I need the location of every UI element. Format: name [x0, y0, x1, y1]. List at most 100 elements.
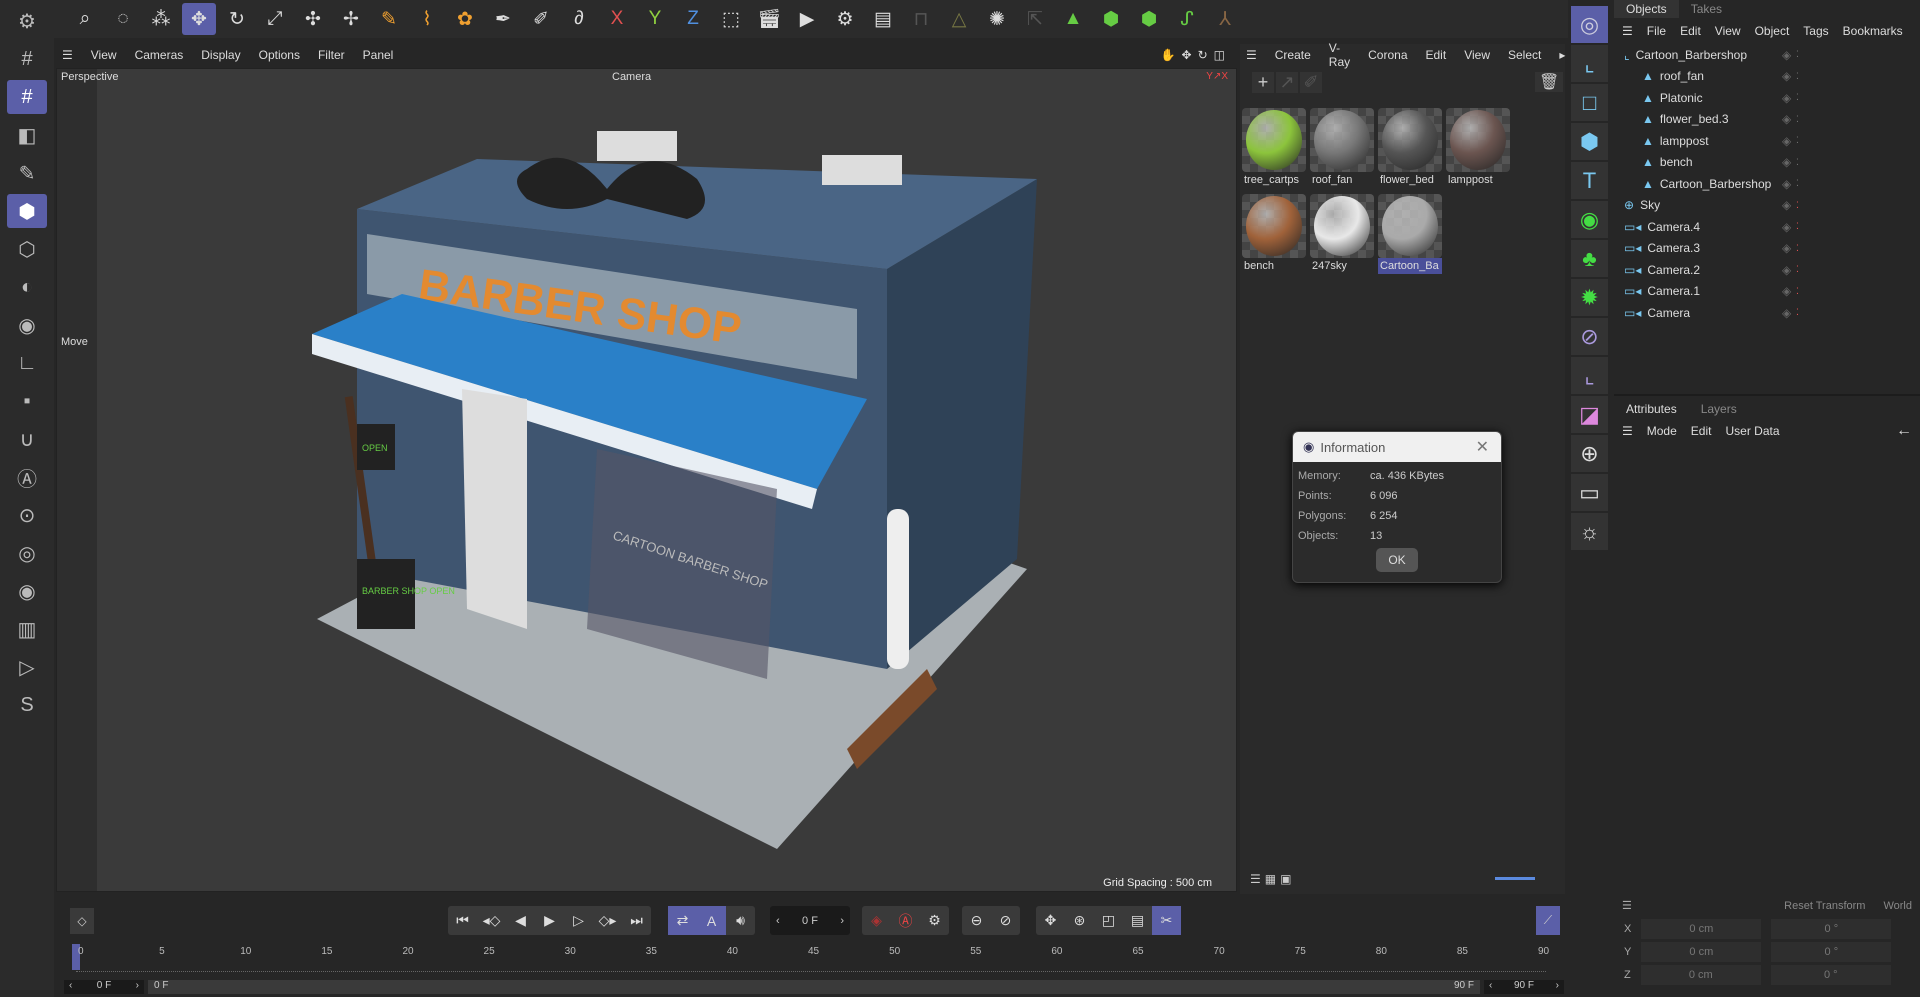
view-mode-icons[interactable]: ☰▦▣	[1250, 872, 1295, 886]
object-row[interactable]: ▭◂ Camera.1 ◈ ⁚	[1614, 281, 1920, 303]
eyedropper-icon[interactable]: ✐	[1300, 72, 1322, 93]
visibility-dots-icon[interactable]: ⁚	[1796, 92, 1799, 103]
ok-button[interactable]: OK	[1376, 548, 1418, 572]
start-frame-field[interactable]: ‹ 0 F ›	[64, 980, 144, 994]
settings-icon[interactable]: ⚙	[7, 4, 47, 38]
keyframe-settings-icon[interactable]: ⚙	[920, 906, 949, 935]
object-row[interactable]: ▭◂ Camera.4 ◈ ⁚	[1614, 216, 1920, 238]
brush-tool-icon[interactable]: ✐	[524, 3, 558, 35]
sound-icon[interactable]: 🔊︎	[726, 906, 755, 935]
visibility-dots-icon[interactable]: ⁚	[1796, 200, 1799, 211]
multi-transform-icon[interactable]: ✢	[334, 3, 368, 35]
material-swatch[interactable]: roof_fan	[1310, 108, 1374, 188]
object-row[interactable]: ⊕ Sky ◈ ⁚	[1614, 195, 1920, 217]
model-mode-icon[interactable]: ◧	[7, 118, 47, 152]
visibility-dots-icon[interactable]: ⁚	[1796, 264, 1799, 275]
visibility-dots-icon[interactable]: ⁚	[1796, 178, 1799, 189]
text-icon[interactable]: T	[1571, 162, 1608, 199]
go-end-icon[interactable]: ⏭	[622, 906, 651, 935]
hamburger-icon[interactable]: ☰	[1622, 899, 1632, 912]
box-plugin-icon[interactable]: ⬢	[1132, 3, 1166, 35]
menu-vray[interactable]: V-Ray	[1329, 41, 1350, 69]
edge-mode-icon[interactable]: ⬡	[7, 232, 47, 266]
sparkle-icon[interactable]: ✺	[980, 3, 1014, 35]
render-view-icon[interactable]: ▷	[7, 650, 47, 684]
snap-icon[interactable]: ⊙	[7, 498, 47, 532]
material-swatch[interactable]: tree_cartps	[1242, 108, 1306, 188]
script-icon[interactable]: S	[7, 688, 47, 722]
camera-icon[interactable]: ▭	[1571, 474, 1608, 511]
prev-frame-icon[interactable]: ◀	[506, 906, 535, 935]
layer-icon[interactable]: ◈	[1782, 48, 1791, 62]
object-row[interactable]: ▲ roof_fan ◈ ⁚	[1614, 66, 1920, 88]
crop-icon[interactable]: #	[7, 42, 47, 76]
move-key-icon[interactable]: ✥	[1036, 906, 1065, 935]
spline-icon[interactable]: ⌇	[410, 3, 444, 35]
more-arrow-icon[interactable]: ▸	[1559, 48, 1565, 62]
visibility-dots-icon[interactable]: ⁚	[1796, 157, 1799, 168]
go-start-icon[interactable]: ⏮	[448, 906, 477, 935]
scale-key-icon[interactable]: ◰	[1094, 906, 1123, 935]
object-row[interactable]: ▲ lamppost ◈ ⁚	[1614, 130, 1920, 152]
axis-icon[interactable]: ∟	[7, 346, 47, 380]
hamburger-icon[interactable]: ☰	[1622, 424, 1633, 438]
object-row[interactable]: ▭◂ Camera.2 ◈ ⁚	[1614, 259, 1920, 281]
position-field[interactable]: 0 cm	[1641, 918, 1762, 939]
render-icon[interactable]: 🎬︎	[752, 3, 786, 35]
corona-icon[interactable]: ᔑ	[1170, 3, 1204, 35]
visibility-dots-icon[interactable]: ⁚	[1796, 114, 1799, 125]
menu-edit[interactable]: Edit	[1426, 48, 1447, 62]
scale-icon[interactable]: ⤢	[258, 3, 292, 35]
menu-edit[interactable]: Edit	[1691, 424, 1712, 438]
link-icon[interactable]: ↗	[1276, 72, 1298, 93]
param-key-icon[interactable]: ▤	[1123, 906, 1152, 935]
viewport[interactable]: Perspective Camera Move Grid Spacing : 5…	[56, 68, 1237, 892]
hierarchy-icon[interactable]: ⅄	[1208, 3, 1242, 35]
size-slider[interactable]	[1495, 877, 1535, 880]
rotation-field[interactable]: 0 °	[1771, 918, 1892, 939]
position-field[interactable]: 0 cm	[1640, 964, 1761, 985]
close-icon[interactable]: ✕	[1476, 437, 1489, 457]
tab-takes[interactable]: Takes	[1679, 0, 1734, 18]
lock-axis-icon[interactable]: Ⓐ	[7, 460, 47, 494]
interpolation-icon[interactable]: A	[697, 906, 726, 935]
visibility-dots-icon[interactable]: ⁚	[1796, 307, 1799, 318]
layer-icon[interactable]: ◈	[1782, 198, 1791, 212]
object-row[interactable]: ▲ bench ◈ ⁚	[1614, 152, 1920, 174]
material-swatch[interactable]: bench	[1242, 194, 1306, 274]
point-mode-icon[interactable]: ◐	[7, 270, 47, 304]
menu-cameras[interactable]: Cameras	[135, 48, 184, 62]
axis-z-button[interactable]: Z	[676, 3, 710, 35]
menu-options[interactable]: Options	[259, 48, 300, 62]
end-frame-field[interactable]: ‹ 90 F ›	[1484, 980, 1564, 994]
menu-tags[interactable]: Tags	[1803, 24, 1828, 38]
layer-icon[interactable]: ◈	[1782, 69, 1791, 83]
viewport-nav-icons[interactable]: ✋✥↻◫	[1161, 48, 1231, 62]
paint-icon[interactable]: ✎	[372, 3, 406, 35]
next-frame-icon[interactable]: ▷	[564, 906, 593, 935]
layer-icon[interactable]: ◈	[1782, 263, 1791, 277]
axis-x-button[interactable]: X	[600, 3, 634, 35]
rotate-key-icon[interactable]: ⊛	[1065, 906, 1094, 935]
menu-create[interactable]: Create	[1275, 48, 1311, 62]
menu-file[interactable]: File	[1647, 24, 1666, 38]
cloner-icon[interactable]: ♣	[1571, 240, 1608, 277]
material-swatch[interactable]: flower_bed	[1378, 108, 1442, 188]
light-icon[interactable]: ☼	[1571, 513, 1608, 550]
menu-object[interactable]: Object	[1755, 24, 1790, 38]
position-field[interactable]: 0 cm	[1641, 941, 1762, 962]
pla-key-icon[interactable]: ✂	[1152, 906, 1181, 935]
texture-icon[interactable]: ▪	[7, 384, 47, 418]
rotation-key-icon[interactable]: ⊘	[991, 906, 1020, 935]
spline-rect-icon[interactable]: □	[1571, 84, 1608, 121]
visibility-dots-icon[interactable]: ⁚	[1796, 135, 1799, 146]
loop-icon[interactable]: ⇄	[668, 906, 697, 935]
hamburger-icon[interactable]: ☰	[1246, 48, 1257, 62]
range-slider[interactable]: 0 F 90 F	[148, 980, 1480, 994]
search-icon[interactable]: ⌕	[68, 3, 102, 35]
move-icon[interactable]: ✥	[182, 3, 216, 35]
material-swatch[interactable]: 247sky	[1310, 194, 1374, 274]
null-object-icon[interactable]: ⌞	[1571, 45, 1608, 82]
menu-view[interactable]: View	[1464, 48, 1490, 62]
visibility-dots-icon[interactable]: ⁚	[1796, 286, 1799, 297]
